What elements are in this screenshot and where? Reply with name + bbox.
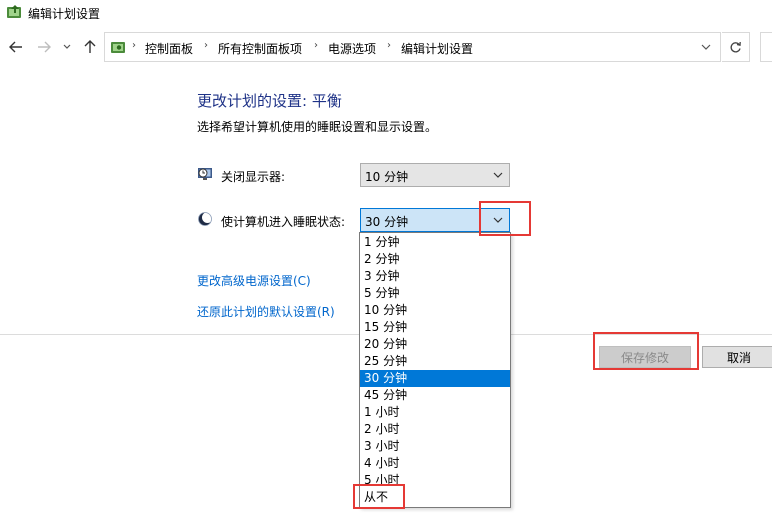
power-options-icon — [7, 5, 21, 18]
dropdown-option[interactable]: 1 分钟 — [360, 234, 510, 251]
breadcrumb-control-panel[interactable]: 控制面板 — [145, 40, 193, 57]
breadcrumb-separator: › — [204, 40, 208, 51]
sleep-label: 使计算机进入睡眠状态: — [221, 215, 346, 229]
dropdown-option[interactable]: 2 小时 — [360, 421, 510, 438]
sleep-value: 30 分钟 — [365, 215, 409, 229]
arrow-left-icon — [9, 41, 22, 53]
display-off-value: 10 分钟 — [365, 170, 409, 184]
highlight-box-save-button — [593, 332, 699, 370]
dropdown-option[interactable]: 5 分钟 — [360, 285, 510, 302]
breadcrumb-separator: › — [387, 40, 391, 51]
dropdown-option-selected[interactable]: 30 分钟 — [360, 370, 510, 387]
dropdown-option[interactable]: 3 分钟 — [360, 268, 510, 285]
refresh-button[interactable] — [722, 32, 750, 62]
chevron-down-icon — [493, 172, 503, 178]
dropdown-option[interactable]: 2 分钟 — [360, 251, 510, 268]
restore-defaults-link[interactable]: 还原此计划的默认设置(R) — [197, 303, 335, 320]
refresh-icon — [730, 41, 741, 52]
control-panel-icon — [111, 42, 125, 53]
dropdown-option[interactable]: 45 分钟 — [360, 387, 510, 404]
arrow-up-icon — [84, 40, 96, 53]
page-title: 更改计划的设置: 平衡 — [197, 92, 342, 110]
highlight-box-dropdown-arrow — [479, 201, 531, 236]
back-button[interactable] — [6, 38, 26, 56]
forward-button[interactable] — [34, 38, 54, 56]
arrow-right-icon — [38, 41, 51, 53]
page-description: 选择希望计算机使用的睡眠设置和显示设置。 — [197, 120, 438, 134]
breadcrumb-all-items[interactable]: 所有控制面板项 — [218, 40, 302, 57]
dropdown-option[interactable]: 20 分钟 — [360, 336, 510, 353]
breadcrumb-edit-plan[interactable]: 编辑计划设置 — [401, 40, 473, 57]
dropdown-option[interactable]: 10 分钟 — [360, 302, 510, 319]
display-off-select[interactable]: 10 分钟 — [360, 163, 510, 187]
cancel-button[interactable]: 取消 — [702, 346, 772, 368]
monitor-clock-icon — [198, 168, 212, 180]
dropdown-option[interactable]: 3 小时 — [360, 438, 510, 455]
address-bar[interactable]: › 控制面板 › 所有控制面板项 › 电源选项 › 编辑计划设置 — [104, 32, 721, 62]
dropdown-option[interactable]: 4 小时 — [360, 455, 510, 472]
display-off-label: 关闭显示器: — [221, 170, 286, 184]
address-dropdown-icon[interactable] — [699, 41, 713, 53]
search-box[interactable] — [760, 32, 772, 62]
breadcrumb-power-options[interactable]: 电源选项 — [328, 40, 376, 57]
title-bar: 编辑计划设置 — [0, 0, 772, 26]
navigation-bar: › 控制面板 › 所有控制面板项 › 电源选项 › 编辑计划设置 — [0, 30, 772, 64]
dropdown-option[interactable]: 1 小时 — [360, 404, 510, 421]
dropdown-option[interactable]: 25 分钟 — [360, 353, 510, 370]
highlight-box-never-option — [353, 484, 405, 509]
window-title: 编辑计划设置 — [28, 7, 101, 21]
breadcrumb-separator: › — [314, 40, 318, 51]
sleep-dropdown-list: 1 分钟 2 分钟 3 分钟 5 分钟 10 分钟 15 分钟 20 分钟 25… — [359, 232, 511, 508]
advanced-power-settings-link[interactable]: 更改高级电源设置(C) — [197, 272, 311, 289]
moon-icon — [198, 212, 213, 226]
dropdown-option[interactable]: 15 分钟 — [360, 319, 510, 336]
breadcrumb-separator: › — [132, 40, 136, 51]
up-button[interactable] — [80, 38, 100, 56]
chevron-down-icon — [63, 44, 71, 49]
recent-locations-button[interactable] — [60, 38, 74, 56]
